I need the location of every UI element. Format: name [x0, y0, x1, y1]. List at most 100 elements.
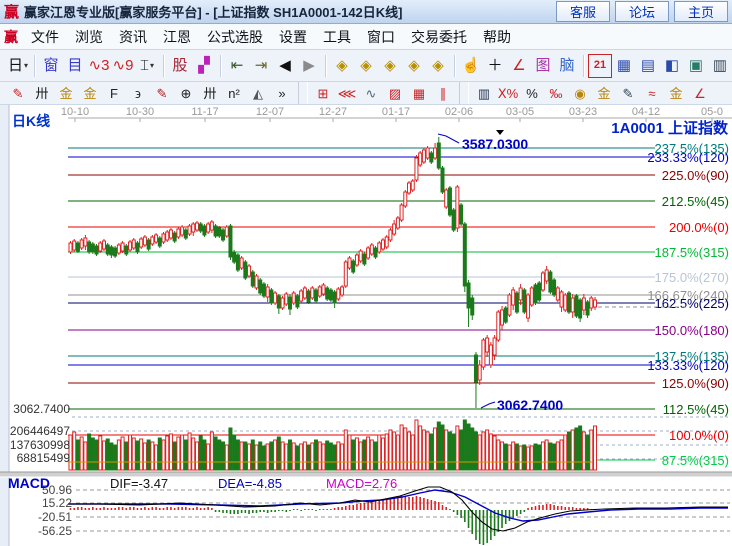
candlestick [169, 230, 172, 238]
circle-cycle-icon[interactable]: ⊕ [174, 83, 198, 104]
grid-box-icon[interactable]: ▦ [407, 83, 431, 104]
triangle-tool-icon[interactable]: ◭ [246, 83, 270, 104]
candlestick [460, 205, 463, 224]
period-daily-button[interactable]: 日▾ [6, 54, 30, 78]
mark-pen-icon[interactable]: ✎ [616, 83, 640, 104]
menu-item-0[interactable]: 文件 [23, 27, 67, 47]
ruler-icon[interactable]: ▥ [472, 83, 496, 104]
volume-bar [173, 442, 176, 470]
gann-comb-icon[interactable]: 卅 [30, 83, 54, 104]
crosshair-icon[interactable]: ＋ [483, 54, 507, 78]
save-icon[interactable]: ◧ [660, 54, 684, 78]
wave-check-icon[interactable]: ∿ [359, 83, 383, 104]
f10-info-icon[interactable]: 目 [63, 54, 87, 78]
volume-bar [184, 440, 187, 470]
title-bar: 赢 赢家江恩专业版[赢家服务平台] - [上证指数 SH1A0001-142日K… [0, 0, 732, 24]
fan-lines-icon[interactable]: ⋘ [335, 83, 359, 104]
candlestick [441, 168, 444, 192]
draw-rocket-icon[interactable]: ✎ [6, 83, 30, 104]
parallel-lines-icon[interactable]: ∥ [431, 83, 455, 104]
first-bar-icon[interactable]: ⇤ [225, 54, 249, 78]
wave-band-icon[interactable]: ≈ [640, 83, 664, 104]
candlestick [341, 287, 344, 295]
fibonacci-icon[interactable]: F [102, 83, 126, 104]
candlestick [311, 288, 314, 298]
percent-lines-icon[interactable]: ‰ [544, 83, 568, 104]
volume-bar [106, 439, 109, 470]
menu-item-3[interactable]: 江恩 [155, 27, 199, 47]
low-price-label: 3062.7400 [497, 397, 563, 413]
more-tools-button[interactable]: » [270, 83, 294, 104]
gann-wheel-4-icon[interactable]: ◈ [402, 54, 426, 78]
spiral-icon[interactable]: ϶ [126, 83, 150, 104]
gold-gann-2-icon[interactable]: 金 [78, 83, 102, 104]
gallery-icon[interactable]: 图 [531, 54, 555, 78]
angle-j-icon[interactable]: ∠ [688, 83, 712, 104]
service-button[interactable]: 客服 [556, 1, 610, 22]
gann-wheel-2-icon[interactable]: ◈ [354, 54, 378, 78]
home-button[interactable]: 主页 [674, 1, 728, 22]
candlestick [266, 287, 269, 297]
candle-tool-icon[interactable]: ⌶▾ [135, 54, 159, 78]
candlestick [285, 294, 288, 304]
angle-measure-icon[interactable]: ∠ [507, 54, 531, 78]
wave-9-icon[interactable]: ∿9 [111, 54, 135, 78]
last-bar-icon[interactable]: ⇥ [249, 54, 273, 78]
candlestick [210, 222, 213, 230]
candlestick [195, 223, 198, 230]
grid-shade-icon[interactable]: ▨ [383, 83, 407, 104]
gold-gann-1-icon[interactable]: 金 [54, 83, 78, 104]
gann-wheel-5-icon[interactable]: ◈ [426, 54, 450, 78]
menu-item-6[interactable]: 工具 [315, 27, 359, 47]
candlestick [80, 240, 83, 248]
candlestick [296, 296, 299, 307]
toolbar-separator [454, 55, 456, 77]
volume-bar [393, 432, 396, 470]
volume-bar [274, 440, 277, 470]
brain-icon[interactable]: 脑 [555, 54, 579, 78]
candlestick [404, 192, 407, 206]
n-square-icon[interactable]: n² [222, 83, 246, 104]
menu-item-5[interactable]: 设置 [271, 27, 315, 47]
menu-item-1[interactable]: 浏览 [67, 27, 111, 47]
chart-pane[interactable]: 10-1010-3011-1712-0712-2701-1702-0603-05… [0, 105, 732, 546]
volume-bar [300, 444, 303, 470]
calendar-icon[interactable]: 21 [588, 54, 612, 78]
volume-bar [169, 434, 172, 470]
print-icon[interactable]: ▥ [708, 54, 732, 78]
gold-line-icon[interactable]: 金 [592, 83, 616, 104]
prev-bar-icon[interactable]: ◀ [273, 54, 297, 78]
volume-bar [448, 432, 451, 470]
toolbar-separator [298, 82, 308, 104]
gold-circle-icon[interactable]: ◉ [568, 83, 592, 104]
pen-2-icon[interactable]: ✎ [150, 83, 174, 104]
menu-item-9[interactable]: 帮助 [475, 27, 519, 47]
web-save-icon[interactable]: ▣ [684, 54, 708, 78]
menu-item-2[interactable]: 资讯 [111, 27, 155, 47]
kline-chart-canvas[interactable]: 10-1010-3011-1712-0712-2701-1702-0603-05… [0, 105, 732, 546]
candlestick [214, 226, 217, 236]
percent-retrace-icon[interactable]: Ⅹ% [496, 83, 520, 104]
hand-tool-icon[interactable]: ☝ [459, 54, 483, 78]
wave-3-icon[interactable]: ∿3 [87, 54, 111, 78]
comb-2-icon[interactable]: 卅 [198, 83, 222, 104]
next-bar-icon[interactable]: ▶ [297, 54, 321, 78]
menu-item-8[interactable]: 交易委托 [403, 27, 475, 47]
volume-bar [549, 443, 552, 470]
menu-item-7[interactable]: 窗口 [359, 27, 403, 47]
volume-bar [203, 440, 206, 470]
kline-window-icon[interactable]: 窗 [39, 54, 63, 78]
color-chart-icon[interactable]: ▞ [192, 54, 216, 78]
percent-icon[interactable]: % [520, 83, 544, 104]
forum-button[interactable]: 论坛 [615, 1, 669, 22]
gold-2-icon[interactable]: 金 [664, 83, 688, 104]
stock-pick-icon[interactable]: 股 [168, 54, 192, 78]
gann-wheel-3-icon[interactable]: ◈ [378, 54, 402, 78]
calculator-icon[interactable]: ▦ [612, 54, 636, 78]
candlestick [374, 248, 377, 257]
gann-wheel-1-icon[interactable]: ◈ [330, 54, 354, 78]
volume-bar [326, 441, 329, 470]
grid-tool-icon[interactable]: ⊞ [311, 83, 335, 104]
menu-item-4[interactable]: 公式选股 [199, 27, 271, 47]
notes-icon[interactable]: ▤ [636, 54, 660, 78]
